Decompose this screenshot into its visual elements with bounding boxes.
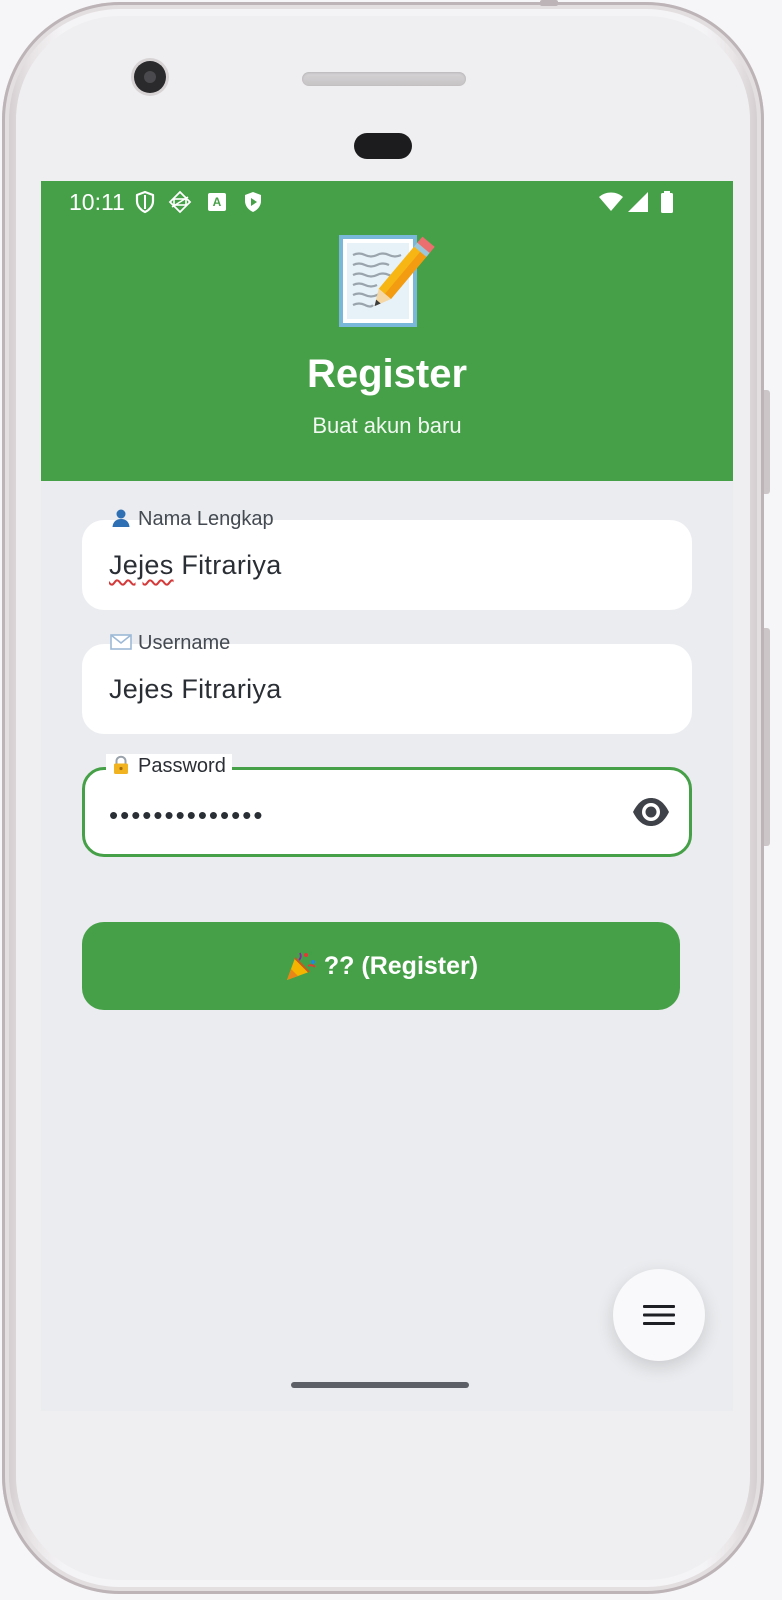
username-value: Jejes Fitrariya [109,674,282,704]
username-label-text: Username [138,632,231,654]
status-bar: 10:11 A [41,181,733,223]
password-value: •••••••••••••• [109,800,265,830]
full-name-value: Jejes Fitrariya [109,550,282,581]
page-subtitle: Buat akun baru [312,413,462,438]
eye-icon[interactable] [631,795,671,829]
a-text-icon: A [208,193,226,211]
wifi-icon [599,192,623,211]
full-name-field[interactable]: Nama Lengkap Jejes Fitrariya [82,508,692,610]
proximity-sensor [354,133,412,159]
username-field[interactable]: Username Jejes Fitrariya [82,632,692,734]
full-name-label-text: Nama Lengkap [138,508,274,530]
hamburger-menu-icon [643,1305,675,1325]
svg-text:A: A [213,195,222,209]
shield-outline-icon [135,190,155,214]
full-name-first-word: Jejes [109,550,174,580]
envelope-icon [110,631,132,655]
password-field[interactable]: Password •••••••••••••• [82,754,692,857]
earpiece-speaker [302,72,466,86]
full-name-rest: Fitrariya [181,550,282,580]
volume-button [764,390,770,494]
power-button [764,628,770,846]
password-label-text: Password [138,755,226,777]
front-camera [134,61,166,93]
phone-top-nub [540,0,558,6]
page-title: Register [306,352,468,396]
password-label: Password [106,754,232,778]
home-indicator[interactable] [291,1382,469,1388]
register-button[interactable]: ?? (Register) [82,922,680,1010]
memo-pencil-icon [339,235,435,327]
username-label: Username [106,631,236,655]
register-button-label: ?? (Register) [323,951,479,980]
app-screen: 10:11 A Register Buat akun baru Nama Len… [41,181,733,1411]
signal-icon [628,192,648,212]
party-popper-icon [286,951,316,980]
status-time: 10:11 [69,189,125,215]
lock-icon [110,754,132,778]
play-shield-icon [245,192,261,212]
person-icon [110,507,132,531]
vpn-key-icon [168,190,192,214]
full-name-label: Nama Lengkap [106,507,280,531]
battery-icon [661,191,673,213]
register-header: 10:11 A Register Buat akun baru [41,181,733,481]
menu-fab[interactable] [613,1269,705,1361]
